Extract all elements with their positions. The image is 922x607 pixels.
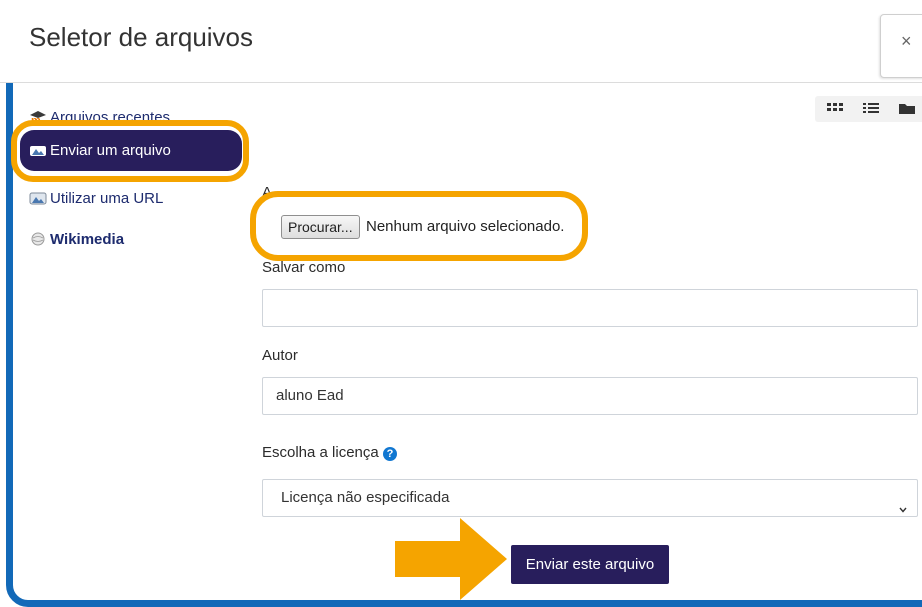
view-mode-toolbar: [815, 96, 922, 122]
help-icon[interactable]: ?: [383, 447, 397, 461]
sidebar-item-label: Wikimedia: [50, 230, 125, 248]
chevron-down-icon: [899, 492, 907, 513]
upload-icon: [29, 143, 47, 157]
sidebar-item-label: Utilizar uma URL: [50, 189, 164, 207]
dialog-title: Seletor de arquivos: [29, 22, 254, 52]
list-view-icon[interactable]: [861, 100, 881, 118]
save-as-input[interactable]: [262, 289, 918, 327]
close-button[interactable]: ×: [880, 14, 922, 78]
url-icon: [29, 191, 47, 205]
sidebar-item-url[interactable]: Utilizar uma URL: [29, 187, 163, 209]
license-label: Escolha a licença: [262, 444, 379, 461]
sidebar-item-upload-file[interactable]: Enviar um arquivo: [20, 130, 242, 171]
wikimedia-icon: [29, 232, 47, 246]
author-label: Autor: [262, 347, 298, 364]
sidebar-item-label: Enviar um arquivo: [50, 141, 171, 159]
dialog-header: Seletor de arquivos ×: [0, 0, 922, 83]
sidebar-item-upload-content[interactable]: Enviar um arquivo: [29, 139, 171, 161]
author-input[interactable]: aluno Ead: [262, 377, 918, 415]
license-select[interactable]: Licença não especificada: [262, 479, 918, 517]
grid-view-icon[interactable]: [825, 100, 845, 118]
license-selected-value: Licença não especificada: [281, 489, 450, 506]
annotation-arrow-icon: [395, 518, 507, 600]
submit-upload-button[interactable]: Enviar este arquivo: [511, 545, 669, 584]
sidebar-item-wikimedia[interactable]: Wikimedia: [29, 228, 124, 250]
no-file-selected-text: Nenhum arquivo selecionado.: [366, 218, 565, 235]
close-icon[interactable]: ×: [901, 31, 912, 52]
browse-button[interactable]: Procurar...: [281, 215, 360, 239]
save-as-label: Salvar como: [262, 259, 346, 276]
folder-view-icon[interactable]: [897, 100, 917, 118]
